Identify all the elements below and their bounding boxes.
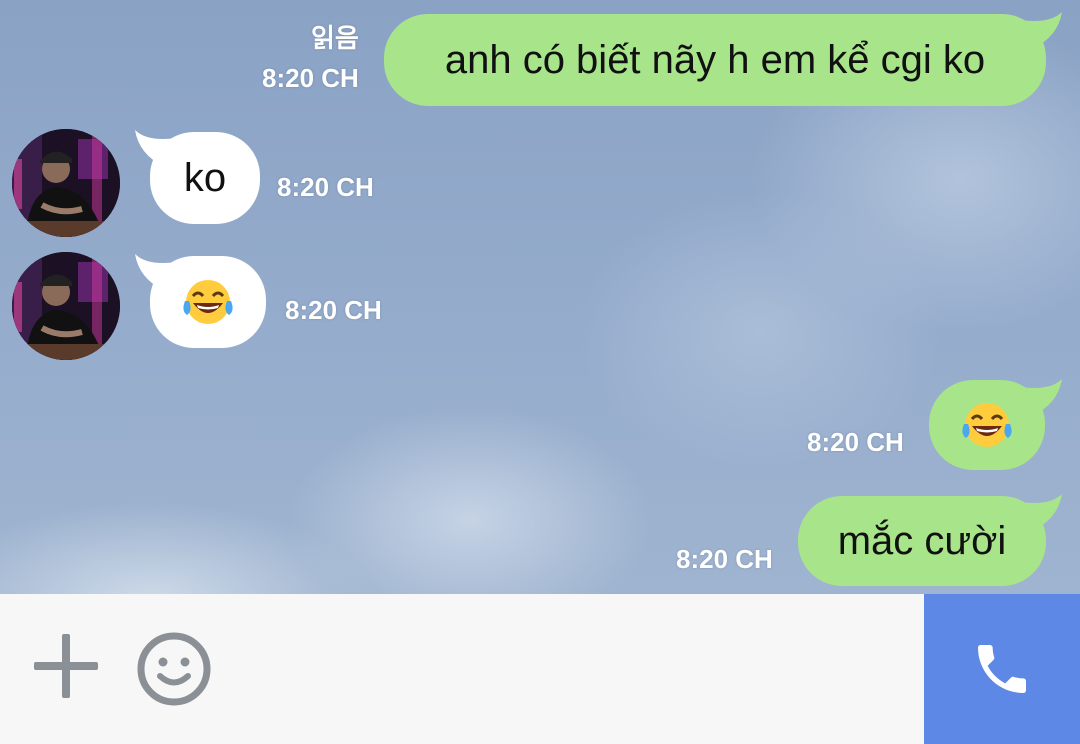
read-receipt: 읽음 (311, 23, 359, 53)
face-with-tears-of-joy-icon (962, 403, 1012, 447)
smiley-icon[interactable] (136, 631, 212, 707)
plus-icon[interactable] (34, 634, 98, 698)
message-timestamp: 8:20 CH (277, 172, 374, 202)
message-input-bar[interactable] (0, 594, 924, 744)
message-text: mắc cười (837, 518, 1007, 563)
chat-message-area[interactable]: 읽음 8:20 CH anh có biết nãy h em kể cgi k… (0, 0, 1080, 594)
message-timestamp: 8:20 CH (676, 544, 773, 574)
incoming-message-bubble[interactable]: ko (150, 132, 260, 224)
contact-avatar[interactable] (12, 129, 120, 237)
message-timestamp: 8:20 CH (807, 427, 904, 457)
message-timestamp: 8:20 CH (285, 295, 382, 325)
incoming-message-bubble[interactable] (150, 256, 266, 348)
message-text: anh có biết nãy h em kể cgi ko (444, 37, 986, 82)
outgoing-message-bubble[interactable]: mắc cười (798, 496, 1046, 586)
face-with-tears-of-joy-icon (183, 280, 233, 324)
outgoing-message-bubble[interactable]: anh có biết nãy h em kể cgi ko (384, 14, 1046, 106)
message-timestamp: 8:20 CH (262, 63, 359, 93)
phone-icon (978, 645, 1026, 693)
contact-avatar[interactable] (12, 252, 120, 360)
message-text: ko (183, 155, 227, 200)
outgoing-message-bubble[interactable] (929, 380, 1045, 470)
voice-call-button[interactable] (924, 594, 1080, 744)
